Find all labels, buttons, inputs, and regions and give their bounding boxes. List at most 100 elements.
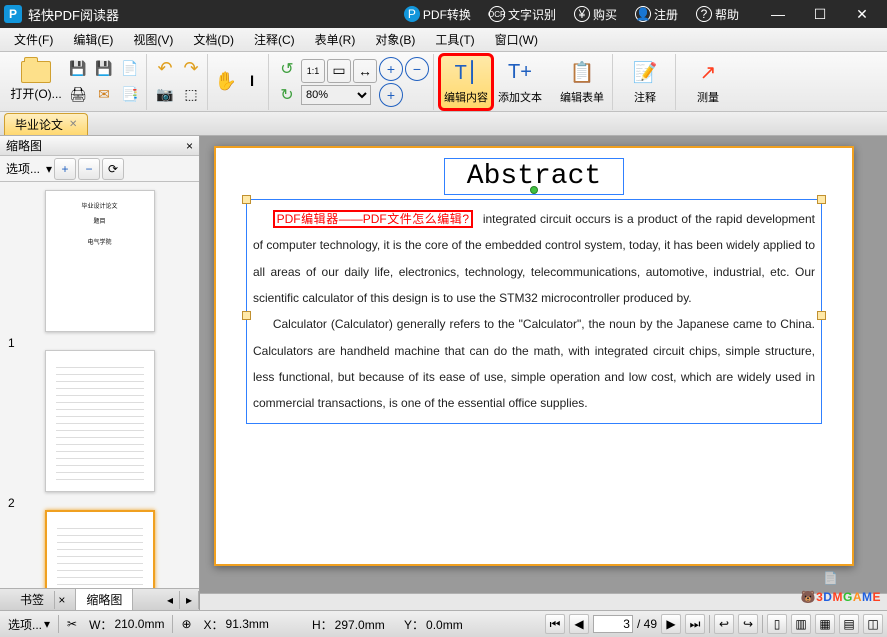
measure-icon: ↗: [694, 59, 722, 87]
zoom-in-icon[interactable]: +: [379, 57, 403, 81]
mail-icon[interactable]: ✉: [92, 83, 116, 107]
close-button[interactable]: ✕: [841, 0, 883, 28]
fit-page-icon[interactable]: ▭: [327, 59, 351, 83]
save-as-icon[interactable]: 💾: [92, 57, 116, 81]
thumb-zoom-out-icon[interactable]: −: [78, 158, 100, 180]
tool-icon[interactable]: ⬚: [179, 83, 203, 107]
panel-title: 缩略图: [6, 137, 42, 154]
status-options[interactable]: 选项... ▾: [4, 614, 54, 635]
print-icon[interactable]: 🖨: [66, 83, 90, 107]
page-total: / 49: [637, 617, 657, 631]
edit-form-icon: 📋: [568, 59, 596, 87]
panel-close-icon[interactable]: ×: [186, 139, 193, 153]
thumbnail-2[interactable]: [45, 350, 155, 492]
help-button[interactable]: ?帮助: [688, 4, 747, 25]
pdf-convert-button[interactable]: PPDF转换: [396, 4, 479, 25]
register-button[interactable]: 👤注册: [627, 4, 686, 25]
resize-handle-w[interactable]: [242, 311, 251, 320]
menu-file[interactable]: 文件(F): [4, 29, 63, 50]
horizontal-scrollbar[interactable]: [200, 593, 887, 610]
text-select-icon[interactable]: 𝐈: [240, 70, 264, 94]
menu-tools[interactable]: 工具(T): [425, 29, 484, 50]
resize-handle-e[interactable]: [817, 311, 826, 320]
edit-content-button[interactable]: T⎮ 编辑内容: [440, 55, 492, 109]
tab-scroll-right-icon[interactable]: ▸: [180, 591, 199, 609]
text-edit-box[interactable]: PDF编辑器——PDF文件怎么编辑? integrated circuit oc…: [246, 199, 822, 424]
undo-icon[interactable]: ↶: [153, 57, 177, 81]
width-value: 210.0mm: [114, 617, 164, 631]
crop-icon[interactable]: ✂: [63, 615, 81, 633]
menu-window[interactable]: 窗口(W): [485, 29, 548, 50]
buy-button[interactable]: ¥购买: [566, 4, 625, 25]
thumbnail-tab[interactable]: 缩略图: [76, 589, 133, 610]
bookmark-tab[interactable]: 书签 ×: [0, 589, 76, 610]
tab-close-icon[interactable]: ✕: [69, 119, 77, 130]
layout-book-icon[interactable]: ▤: [839, 614, 859, 634]
pdf-page: Abstract PDF编辑器——PDF文件怎么编辑? integrated c…: [214, 146, 854, 566]
back-icon[interactable]: ↩: [714, 614, 734, 634]
menu-form[interactable]: 表单(R): [305, 29, 366, 50]
zoom-marquee-icon[interactable]: +: [379, 83, 403, 107]
fit-width-icon[interactable]: ↔: [353, 59, 377, 83]
zoom-out-icon[interactable]: −: [405, 57, 429, 81]
thumb-zoom-in-icon[interactable]: +: [54, 158, 76, 180]
body-text-2: Calculator (Calculator) generally refers…: [253, 317, 815, 410]
annotate-button[interactable]: 📝 注释: [619, 55, 671, 109]
doc-icon[interactable]: 📄: [118, 57, 142, 81]
width-label: W：: [89, 616, 112, 633]
resize-handle-ne[interactable]: [817, 195, 826, 204]
dropdown-icon[interactable]: ▾: [46, 162, 52, 176]
fit-actual-icon[interactable]: 1:1: [301, 59, 325, 83]
docs-icon[interactable]: 📑: [118, 83, 142, 107]
page-input[interactable]: [593, 615, 633, 633]
thumb-refresh-icon[interactable]: ⟳: [102, 158, 124, 180]
menu-object[interactable]: 对象(B): [365, 29, 425, 50]
document-viewport[interactable]: Abstract PDF编辑器——PDF文件怎么编辑? integrated c…: [200, 136, 887, 593]
thumb-number-1: 1: [8, 336, 191, 350]
measure-button[interactable]: ↗ 测量: [682, 55, 734, 109]
height-label: H：: [312, 616, 333, 633]
maximize-button[interactable]: ☐: [799, 0, 841, 28]
rotate-right-icon[interactable]: ↻: [275, 83, 299, 107]
thumbnail-1[interactable]: 毕业设计论文题目电气学院: [45, 190, 155, 332]
prev-page-icon[interactable]: ◀: [569, 614, 589, 634]
document-tab[interactable]: 毕业论文 ✕: [4, 113, 88, 135]
x-label: X：: [204, 616, 224, 633]
edit-form-button[interactable]: 📋 编辑表单: [556, 55, 608, 109]
menu-comment[interactable]: 注释(C): [244, 29, 305, 50]
thumbnails-panel: 缩略图 × 选项... ▾ + − ⟳ 毕业设计论文题目电气学院 1 2 3 📄…: [0, 136, 200, 610]
tab-label: 毕业论文: [15, 116, 63, 133]
layout-continuous-icon[interactable]: ▥: [791, 614, 811, 634]
annotate-icon: 📝: [631, 59, 659, 87]
edited-red-text[interactable]: PDF编辑器——PDF文件怎么编辑?: [273, 210, 473, 228]
menu-document[interactable]: 文档(D): [183, 29, 244, 50]
ocr-button[interactable]: OCR文字识别: [481, 4, 564, 25]
snapshot-icon[interactable]: 📷: [153, 83, 177, 107]
y-label: Y：: [404, 616, 424, 633]
layout-facing-icon[interactable]: ▦: [815, 614, 835, 634]
rotate-handle-icon[interactable]: [530, 186, 538, 194]
first-page-icon[interactable]: ⏮: [545, 614, 565, 634]
last-page-icon[interactable]: ⏭: [685, 614, 705, 634]
resize-handle-nw[interactable]: [242, 195, 251, 204]
zoom-select[interactable]: 80%: [301, 85, 371, 105]
next-page-icon[interactable]: ▶: [661, 614, 681, 634]
add-text-icon: T+: [506, 59, 534, 87]
panel-options[interactable]: 选项...: [2, 158, 44, 179]
tab-scroll-left-icon[interactable]: ◂: [161, 591, 180, 609]
save-icon[interactable]: 💾: [66, 57, 90, 81]
add-text-button[interactable]: T+ 添加文本: [494, 55, 546, 109]
layout-cover-icon[interactable]: ◫: [863, 614, 883, 634]
layout-single-icon[interactable]: ▯: [767, 614, 787, 634]
edit-content-icon: T⎮: [452, 59, 480, 87]
forward-icon[interactable]: ↪: [738, 614, 758, 634]
menu-view[interactable]: 视图(V): [123, 29, 183, 50]
hand-tool-icon[interactable]: ✋: [214, 70, 238, 94]
redo-icon[interactable]: ↷: [179, 57, 203, 81]
app-logo: P: [4, 5, 22, 23]
thumbnail-3[interactable]: [45, 510, 155, 588]
open-button[interactable]: 打开(O)...: [8, 55, 64, 109]
menu-edit[interactable]: 编辑(E): [63, 29, 123, 50]
rotate-left-icon[interactable]: ↺: [275, 57, 299, 81]
minimize-button[interactable]: —: [757, 0, 799, 28]
